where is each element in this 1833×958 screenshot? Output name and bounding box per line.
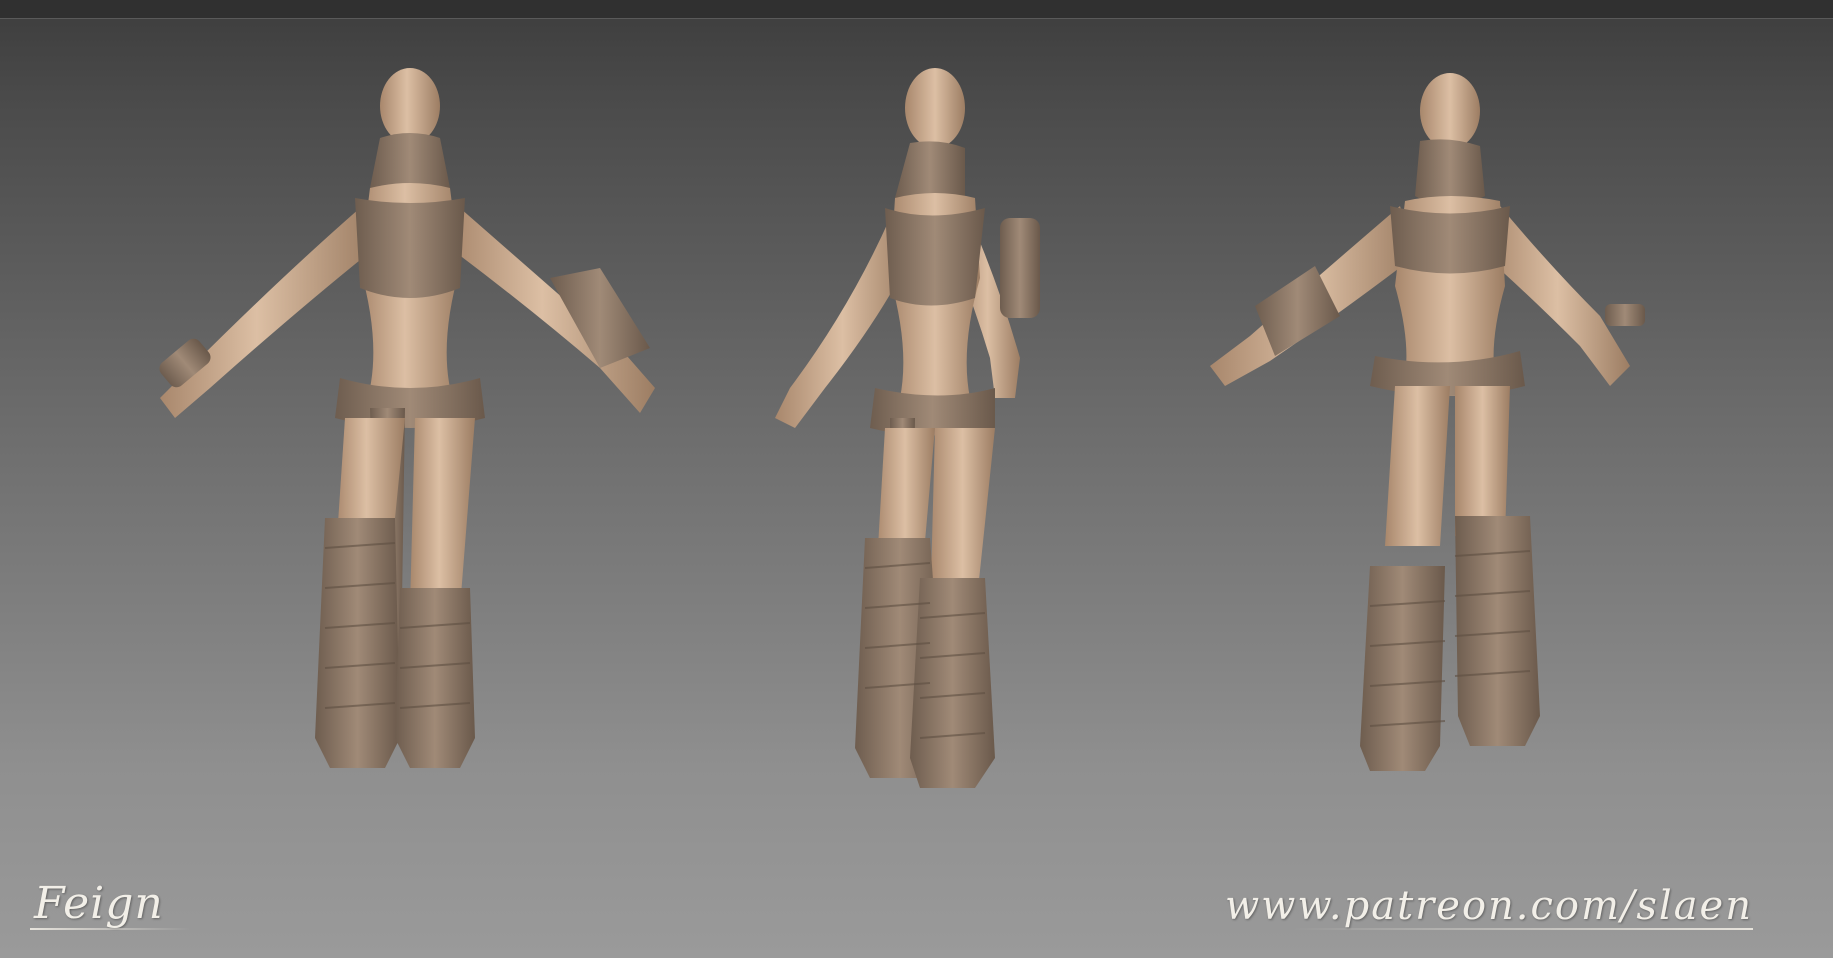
caption-title: Feign	[34, 878, 164, 929]
figure-back-view	[1200, 66, 1670, 886]
figure-three-quarter-view	[770, 58, 1100, 888]
figure-front-view	[130, 48, 690, 898]
caption-url-underline	[1293, 928, 1753, 930]
top-bar	[0, 0, 1833, 19]
caption-url: www.patreon.com/slaen	[1224, 883, 1753, 929]
caption-title-underline	[30, 928, 190, 930]
